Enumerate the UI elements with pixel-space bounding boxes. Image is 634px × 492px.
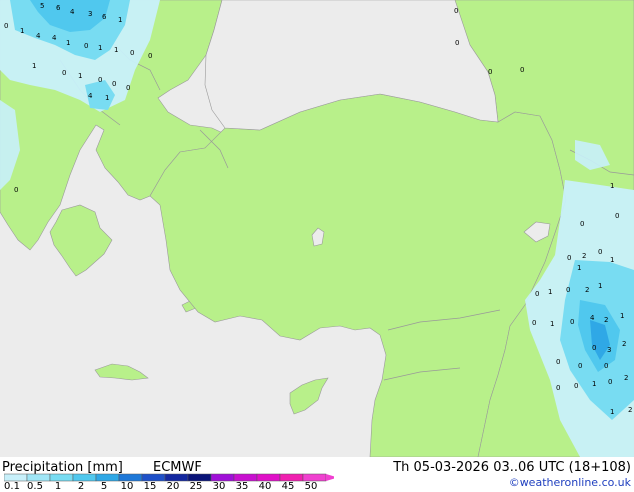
map-label: 1 xyxy=(610,256,614,264)
map-label: 1 xyxy=(577,264,581,272)
map-label: 0 xyxy=(556,358,560,366)
map-label: 2 xyxy=(604,316,608,324)
map-label: 0 xyxy=(598,248,602,256)
map-label: 3 xyxy=(88,10,92,18)
map-label: 0 xyxy=(615,212,619,220)
map-label: 0 xyxy=(454,7,458,15)
legend-swatch xyxy=(26,473,51,482)
legend-swatch xyxy=(72,473,97,482)
map-label: 0 xyxy=(556,384,560,392)
map-label: 0 xyxy=(574,382,578,390)
map-label: 4 xyxy=(88,92,93,100)
map-label: 1 xyxy=(620,312,624,320)
legend-swatch xyxy=(118,473,143,482)
map-label: 0 xyxy=(98,76,102,84)
map-label: 2 xyxy=(622,340,626,348)
map-label: 0 xyxy=(532,319,536,327)
legend-swatch xyxy=(233,473,258,482)
map-label: 1 xyxy=(105,94,109,102)
map-label: 1 xyxy=(610,408,614,416)
map-label: 1 xyxy=(598,282,602,290)
map-label: 0 xyxy=(126,84,130,92)
map-label: 3 xyxy=(607,346,611,354)
map-label: 0 xyxy=(488,68,492,76)
map-label: 6 xyxy=(56,4,61,12)
map-label: 0 xyxy=(130,49,134,57)
legend-tick-label: 20 xyxy=(166,481,180,492)
map-label: 1 xyxy=(78,72,82,80)
legend-swatch xyxy=(95,473,120,482)
map-label: 5 xyxy=(40,2,44,10)
map-label: 0 xyxy=(535,290,539,298)
legend-swatch xyxy=(187,473,212,482)
map-label: 1 xyxy=(32,62,36,70)
map-label: 2 xyxy=(582,252,586,260)
map-label: 4 xyxy=(36,32,41,40)
map-label: 6 xyxy=(102,13,107,21)
map-label: 0 xyxy=(4,22,8,30)
map-label: 1 xyxy=(20,27,24,35)
map-label: 4 xyxy=(52,34,57,42)
map-label: 1 xyxy=(610,182,614,190)
valid-time: Th 05-03-2026 03..06 UTC (18+108) xyxy=(393,460,631,475)
legend-arrow xyxy=(326,474,334,481)
map-label: 0 xyxy=(84,42,88,50)
map-label: 2 xyxy=(628,406,632,414)
map-label: 2 xyxy=(585,286,589,294)
map-label: 4 xyxy=(590,314,595,322)
map-label: 1 xyxy=(66,39,70,47)
legend-tick-label: 2 xyxy=(77,481,85,492)
legend-swatch xyxy=(141,473,166,482)
map-label: 0 xyxy=(567,254,571,262)
map-label: 1 xyxy=(548,288,552,296)
legend-tick-label: 0.5 xyxy=(27,481,43,492)
map-label: 0 xyxy=(455,39,459,47)
legend-swatch xyxy=(210,473,235,482)
map-label: 0 xyxy=(566,286,570,294)
map-label: 1 xyxy=(98,44,102,52)
legend-tick-label: 25 xyxy=(189,481,203,492)
map-label: 0 xyxy=(112,80,116,88)
map-label: 0 xyxy=(604,362,608,370)
legend-tick-label: 0.1 xyxy=(4,481,20,492)
legend-tick-label: 5 xyxy=(100,481,108,492)
map-label: 1 xyxy=(114,46,118,54)
map-label: 2 xyxy=(624,374,628,382)
legend-swatch xyxy=(164,473,189,482)
map-label: 0 xyxy=(578,362,582,370)
map-label: 0 xyxy=(148,52,152,60)
legend-tick-label: 1 xyxy=(54,481,62,492)
precipitation-map: 5 6 4 3 6 1 0 1 4 4 1 0 1 1 0 0 1 0 1 0 … xyxy=(0,0,634,457)
legend-swatch xyxy=(4,473,28,482)
legend-tick-label: 15 xyxy=(143,481,157,492)
map-label: 1 xyxy=(118,16,122,24)
legend-swatch xyxy=(256,473,281,482)
legend-tick-label: 30 xyxy=(212,481,226,492)
legend-tick-label: 35 xyxy=(235,481,249,492)
credit-link[interactable]: ©weatheronline.co.uk xyxy=(509,475,631,490)
legend-swatch xyxy=(279,473,304,482)
map-label: 1 xyxy=(592,380,596,388)
map-label: 0 xyxy=(592,344,596,352)
map-label: 0 xyxy=(520,66,524,74)
legend-tick-label: 45 xyxy=(281,481,295,492)
legend-tick-label: 40 xyxy=(258,481,272,492)
map-label: 4 xyxy=(70,8,75,16)
map-label: 1 xyxy=(550,320,554,328)
legend-tick-label: 50 xyxy=(304,481,318,492)
map-label: 0 xyxy=(14,186,18,194)
map-label: 0 xyxy=(62,69,66,77)
legend-swatch xyxy=(302,473,327,482)
legend-tick-label: 10 xyxy=(120,481,134,492)
map-label: 0 xyxy=(580,220,584,228)
map-label: 0 xyxy=(608,378,612,386)
map-label: 0 xyxy=(570,318,574,326)
legend-swatch xyxy=(49,473,74,482)
